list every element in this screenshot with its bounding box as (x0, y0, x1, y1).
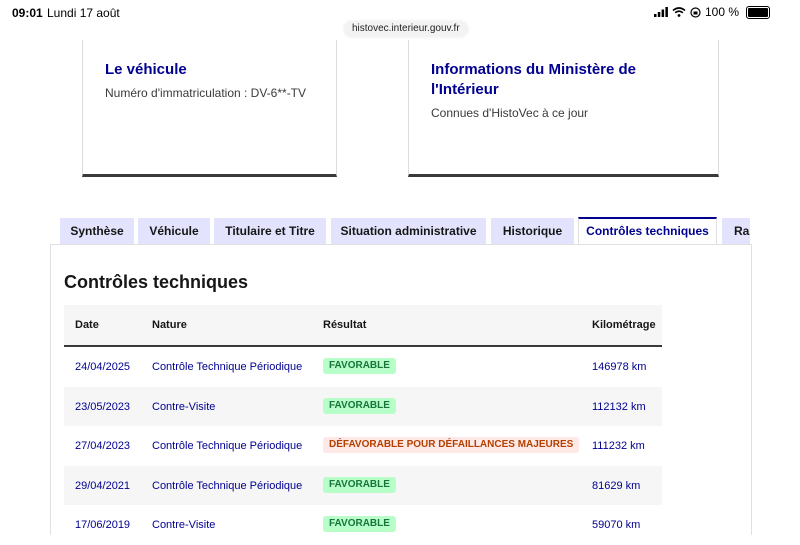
tab-rapport[interactable]: Rapport (722, 218, 750, 244)
result-badge: FAVORABLE (323, 358, 396, 374)
tab-vehicule[interactable]: Véhicule (138, 218, 210, 244)
inspections-table: Date Nature Résultat Kilométrage 24/04/2… (64, 305, 662, 545)
row-date: 17/06/2019 (75, 519, 131, 531)
row-mileage: 111232 km (592, 440, 645, 452)
row-mileage: 59070 km (592, 519, 641, 531)
result-badge: FAVORABLE (323, 516, 396, 532)
section-title: Contrôles techniques (64, 272, 249, 292)
battery-icon (746, 5, 770, 19)
battery-percentage: 100 % (704, 5, 739, 19)
tab-historique[interactable]: Historique (491, 218, 574, 244)
vehicle-card-title: Le véhicule (105, 61, 187, 78)
column-header-nature: Nature (152, 319, 187, 331)
tab-situation-administrative[interactable]: Situation administrative (331, 218, 486, 244)
row-date: 29/04/2021 (75, 479, 131, 492)
tab-controles-techniques[interactable]: Contrôles techniques (578, 217, 717, 244)
result-badge: FAVORABLE (323, 397, 396, 414)
wifi-icon (672, 7, 686, 17)
row-nature: Contre-Visite (152, 400, 216, 413)
row-mileage: 81629 km (592, 479, 641, 492)
registration-number-text: Numéro d'immatriculation : DV-6**-TV (105, 86, 307, 100)
row-nature: Contre-Visite (152, 519, 216, 531)
tab-titulaire-titre[interactable]: Titulaire et Titre (214, 218, 326, 244)
orientation-lock-icon (690, 6, 701, 18)
table-row: 24/04/2025 Contrôle Technique Périodique… (64, 347, 662, 387)
column-header-mileage: Kilométrage (592, 319, 656, 331)
ministry-card-title: Informations du Ministère de l'Intérieur (431, 61, 637, 98)
row-date: 24/04/2025 (75, 361, 131, 373)
vehicle-card: Le véhicule Numéro d'immatriculation : D… (82, 40, 337, 177)
status-bar: 09:01 Lundi 17 août 100 % (0, 0, 800, 22)
url-bar[interactable]: histovec.interieur.gouv.fr (344, 21, 468, 37)
tab-synthese[interactable]: Synthèse (60, 218, 134, 244)
ministry-card: Informations du Ministère de l'Intérieur… (408, 40, 719, 177)
row-nature: Contrôle Technique Périodique (152, 479, 303, 492)
table-header: Date Nature Résultat Kilométrage (64, 305, 662, 347)
row-mileage: 146978 km (592, 361, 647, 373)
tab-bar: Synthèse Véhicule Titulaire et Titre Sit… (60, 217, 750, 244)
row-mileage: 112132 km (592, 400, 646, 413)
table-row: 23/05/2023 Contre-Visite FAVORABLE 11213… (64, 386, 662, 426)
column-header-result: Résultat (323, 319, 367, 331)
status-date: Lundi 17 août (47, 6, 120, 20)
status-time: 09:01 (12, 6, 43, 20)
row-nature: Contrôle Technique Périodique (152, 440, 303, 452)
column-header-date: Date (75, 319, 99, 331)
row-date: 27/04/2023 (75, 440, 131, 452)
result-badge: FAVORABLE (323, 476, 396, 493)
ministry-card-text: Connues d'HistoVec à ce jour (431, 106, 589, 120)
table-row: 27/04/2023 Contrôle Technique Périodique… (64, 426, 662, 466)
signal-icon (653, 7, 668, 17)
result-badge: DÉFAVORABLE POUR DÉFAILLANCES MAJEURES (323, 437, 580, 453)
row-nature: Contrôle Technique Périodique (152, 361, 303, 373)
status-indicators: 100 % (653, 5, 770, 19)
tab-panel: Contrôles techniques Date Nature Résulta… (50, 244, 752, 535)
table-row: 29/04/2021 Contrôle Technique Périodique… (64, 465, 662, 505)
row-date: 23/05/2023 (75, 400, 131, 413)
